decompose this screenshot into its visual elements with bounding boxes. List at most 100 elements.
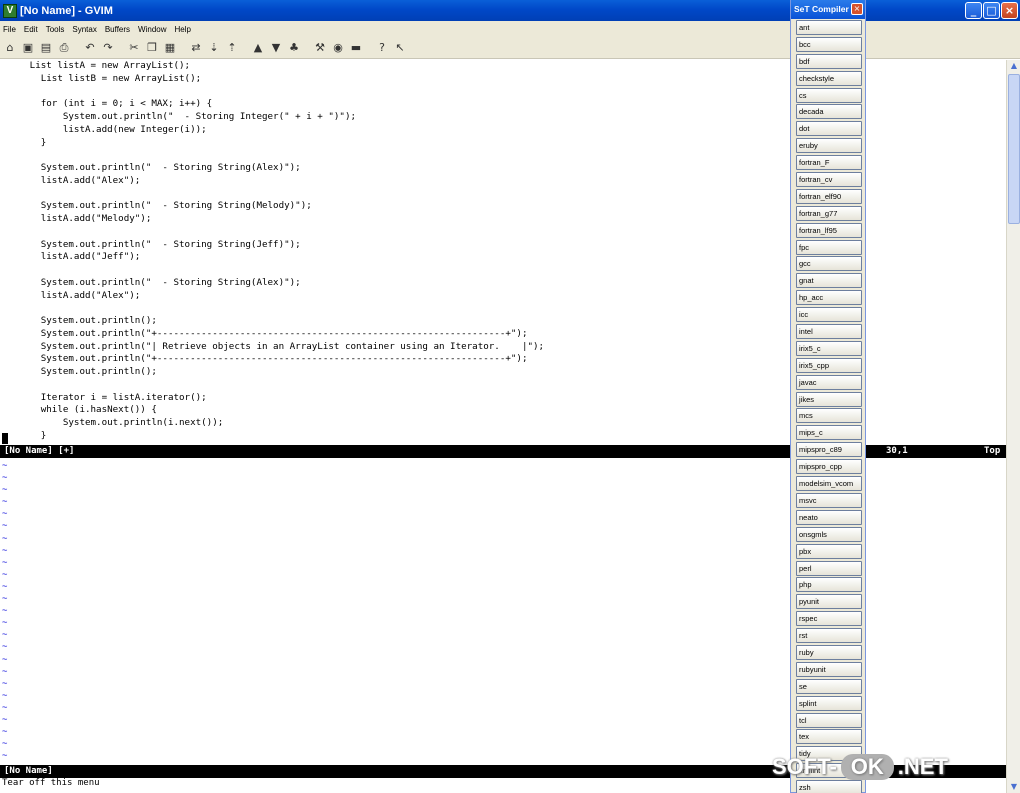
- compiler-item-dot[interactable]: dot: [796, 121, 862, 137]
- menu-edit[interactable]: Edit: [24, 25, 38, 34]
- compiler-item-hp-acc[interactable]: hp_acc: [796, 290, 862, 306]
- replace-icon[interactable]: ⇄: [189, 41, 203, 55]
- code-line[interactable]: [2, 264, 544, 277]
- load-session-icon[interactable]: ▲: [251, 41, 265, 55]
- maximize-button[interactable]: □: [983, 2, 1000, 19]
- code-line[interactable]: System.out.println("+-------------------…: [2, 328, 544, 341]
- compiler-item-tcl[interactable]: tcl: [796, 712, 862, 728]
- menu-help[interactable]: Help: [175, 25, 191, 34]
- code-line[interactable]: System.out.println("+-------------------…: [2, 353, 544, 366]
- redo-icon[interactable]: ↷: [101, 41, 115, 55]
- compiler-item-pbx[interactable]: pbx: [796, 543, 862, 559]
- compiler-item-irix5-cpp[interactable]: irix5_cpp: [796, 357, 862, 373]
- copy-icon[interactable]: ❐: [145, 41, 159, 55]
- compiler-item-gcc[interactable]: gcc: [796, 256, 862, 272]
- print-icon[interactable]: ⎙: [57, 41, 71, 55]
- code-line[interactable]: for (int i = 0; i < MAX; i++) {: [2, 98, 544, 111]
- code-line[interactable]: System.out.println(" - Storing String(Me…: [2, 200, 544, 213]
- make-icon[interactable]: ⚒: [313, 41, 327, 55]
- compiler-item-tex[interactable]: tex: [796, 729, 862, 745]
- code-line[interactable]: [2, 149, 544, 162]
- compiler-item-irix5-c[interactable]: irix5_c: [796, 340, 862, 356]
- compiler-item-fpc[interactable]: fpc: [796, 239, 862, 255]
- compiler-item-splint[interactable]: splint: [796, 695, 862, 711]
- code-line[interactable]: }: [2, 137, 544, 150]
- code-line[interactable]: System.out.println(" - Storing String(Al…: [2, 162, 544, 175]
- scroll-up-icon[interactable]: ▲: [1008, 60, 1020, 72]
- compiler-item-intel[interactable]: intel: [796, 324, 862, 340]
- compiler-item-rst[interactable]: rst: [796, 628, 862, 644]
- compiler-item-fortran-g77[interactable]: fortran_g77: [796, 205, 862, 221]
- compiler-item-mcs[interactable]: mcs: [796, 408, 862, 424]
- code-line[interactable]: listA.add("Jeff");: [2, 251, 544, 264]
- compiler-item-checkstyle[interactable]: checkstyle: [796, 70, 862, 86]
- code-line[interactable]: System.out.println();: [2, 315, 544, 328]
- code-line[interactable]: System.out.println("| Retrieve objects i…: [2, 341, 544, 354]
- compiler-item-icc[interactable]: icc: [796, 307, 862, 323]
- compiler-item-fortran-cv[interactable]: fortran_cv: [796, 172, 862, 188]
- find-help-icon[interactable]: ↖: [393, 41, 407, 55]
- compiler-item-mipspro-cpp[interactable]: mipspro_cpp: [796, 459, 862, 475]
- code-line[interactable]: listA.add("Alex");: [2, 290, 544, 303]
- code-line[interactable]: System.out.println(" - Storing String(Al…: [2, 277, 544, 290]
- code-line[interactable]: }: [2, 430, 544, 443]
- code-line[interactable]: listA.add("Alex");: [2, 175, 544, 188]
- compiler-item-modelsim-vcom[interactable]: modelsim_vcom: [796, 476, 862, 492]
- paste-icon[interactable]: ▦: [163, 41, 177, 55]
- scrollbar-thumb[interactable]: [1008, 74, 1020, 224]
- help-icon[interactable]: ?: [375, 41, 389, 55]
- menu-file[interactable]: File: [3, 25, 16, 34]
- compiler-item-fortran-lf95[interactable]: fortran_lf95: [796, 222, 862, 238]
- compiler-item-eruby[interactable]: eruby: [796, 138, 862, 154]
- close-button[interactable]: ×: [1001, 2, 1018, 19]
- compiler-item-rspec[interactable]: rspec: [796, 611, 862, 627]
- compiler-item-pyunit[interactable]: pyunit: [796, 594, 862, 610]
- command-line[interactable]: Tear off this menu: [2, 778, 100, 788]
- find-next-icon[interactable]: ⇣: [207, 41, 221, 55]
- save-icon[interactable]: ▣: [21, 41, 35, 55]
- compiler-item-php[interactable]: php: [796, 577, 862, 593]
- compiler-item-msvc[interactable]: msvc: [796, 492, 862, 508]
- code-line[interactable]: [2, 226, 544, 239]
- compiler-item-javac[interactable]: javac: [796, 374, 862, 390]
- compiler-item-rubyunit[interactable]: rubyunit: [796, 661, 862, 677]
- code-line[interactable]: [2, 188, 544, 201]
- compiler-item-fortran-elf90[interactable]: fortran_elf90: [796, 188, 862, 204]
- compiler-item-se[interactable]: se: [796, 678, 862, 694]
- compiler-item-jikes[interactable]: jikes: [796, 391, 862, 407]
- code-line[interactable]: [2, 379, 544, 392]
- undo-icon[interactable]: ↶: [83, 41, 97, 55]
- code-line[interactable]: [2, 302, 544, 315]
- compiler-item-onsgmls[interactable]: onsgmls: [796, 526, 862, 542]
- code-line[interactable]: System.out.println(" - Storing String(Je…: [2, 239, 544, 252]
- panel-close-icon[interactable]: ×: [851, 3, 863, 15]
- compiler-item-fortran-F[interactable]: fortran_F: [796, 155, 862, 171]
- scroll-down-icon[interactable]: ▼: [1008, 781, 1020, 793]
- code-line[interactable]: System.out.println(i.next());: [2, 417, 544, 430]
- compiler-item-perl[interactable]: perl: [796, 560, 862, 576]
- menu-window[interactable]: Window: [138, 25, 166, 34]
- code-line[interactable]: Iterator i = listA.iterator();: [2, 392, 544, 405]
- code-line[interactable]: System.out.println();: [2, 366, 544, 379]
- vertical-scrollbar[interactable]: ▲ ▼: [1006, 60, 1020, 793]
- compiler-item-mips-c[interactable]: mips_c: [796, 425, 862, 441]
- code-line[interactable]: listA.add("Melody");: [2, 213, 544, 226]
- compiler-item-cs[interactable]: cs: [796, 87, 862, 103]
- code-line[interactable]: listA.add(new Integer(i));: [2, 124, 544, 137]
- shell-icon[interactable]: ◉: [331, 41, 345, 55]
- tags-icon[interactable]: ▬: [349, 41, 363, 55]
- save-all-icon[interactable]: ▤: [39, 41, 53, 55]
- compiler-item-bcc[interactable]: bcc: [796, 36, 862, 52]
- compiler-item-ruby[interactable]: ruby: [796, 644, 862, 660]
- code-line[interactable]: List listA = new ArrayList();: [2, 60, 544, 73]
- open-icon[interactable]: ⌂: [3, 41, 17, 55]
- code-line[interactable]: while (i.hasNext()) {: [2, 404, 544, 417]
- compiler-item-neato[interactable]: neato: [796, 509, 862, 525]
- find-prev-icon[interactable]: ⇡: [225, 41, 239, 55]
- compiler-item-ant[interactable]: ant: [796, 20, 862, 35]
- compiler-item-gnat[interactable]: gnat: [796, 273, 862, 289]
- menu-tools[interactable]: Tools: [46, 25, 65, 34]
- code-line[interactable]: System.out.println(" - Storing Integer("…: [2, 111, 544, 124]
- compiler-item-decada[interactable]: decada: [796, 104, 862, 120]
- code-line[interactable]: [2, 86, 544, 99]
